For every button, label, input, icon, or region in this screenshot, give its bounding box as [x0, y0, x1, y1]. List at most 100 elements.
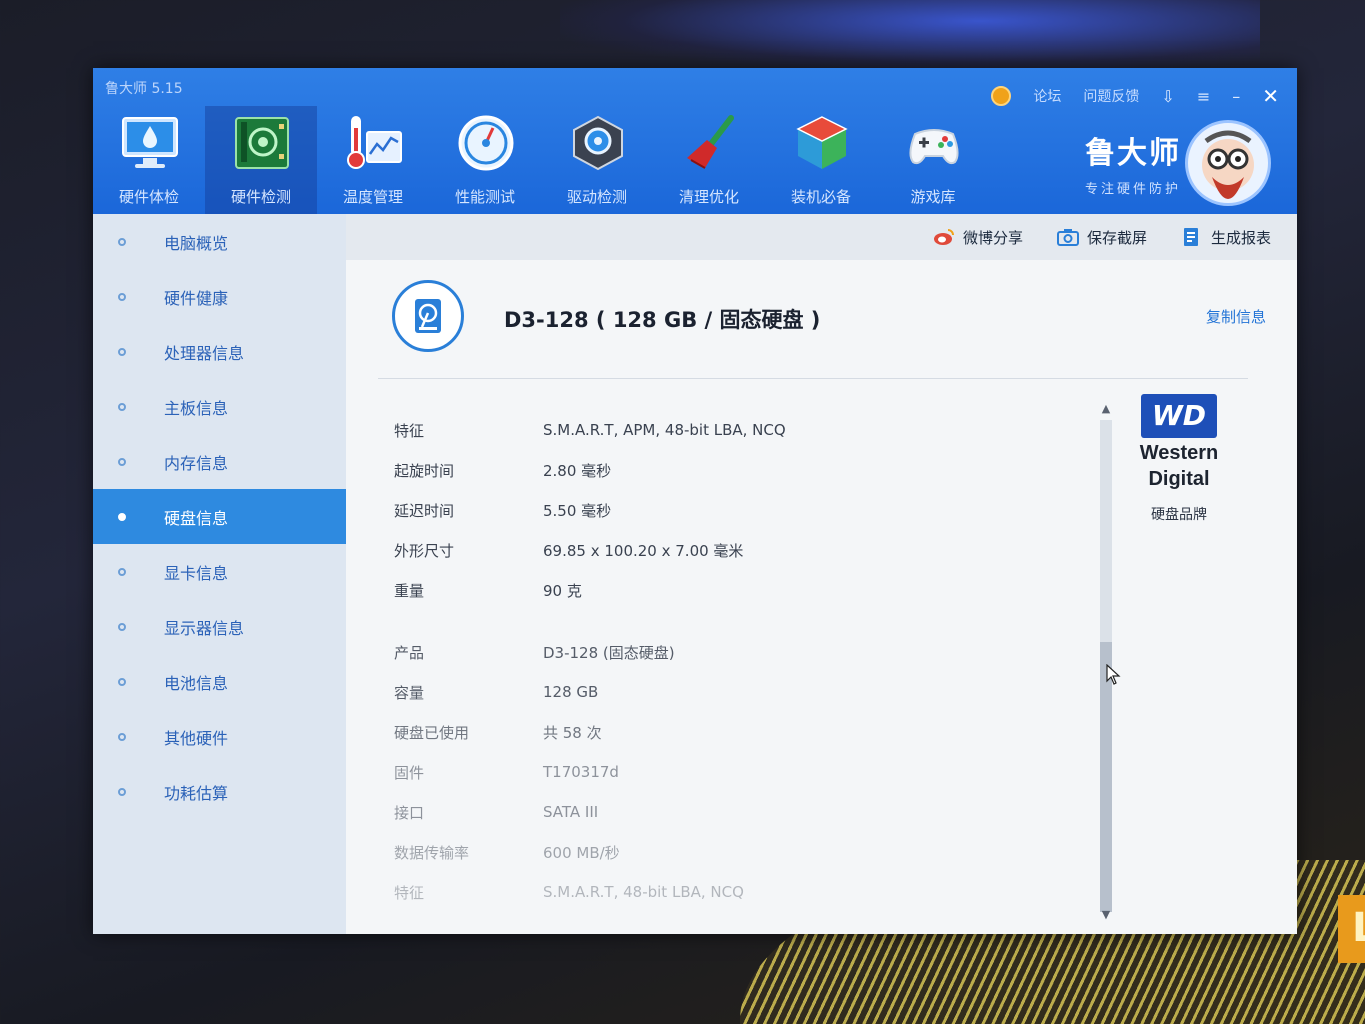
mascot-face-icon [1202, 130, 1254, 199]
report-icon [1183, 228, 1198, 246]
gear-chip-icon [573, 115, 623, 171]
property-row: 固件 T170317d [394, 752, 1074, 792]
sidebar-item-label: 显示器信息 [164, 618, 245, 638]
properties-scrollbar[interactable]: ▲ ▼ [1098, 402, 1114, 922]
speedometer-icon [458, 115, 514, 171]
sidebar: 电脑概览 硬件健康 处理器信息 主板信息 内存信息 硬盘信息 显卡信息 显示器信… [93, 214, 346, 934]
property-row: 特征 S.M.A.R.T, APM, 48-bit LBA, NCQ [394, 410, 1074, 450]
skin-icon[interactable]: ⇩ [1161, 87, 1174, 106]
bullet-icon [118, 512, 126, 521]
property-key: 硬盘已使用 [394, 723, 470, 742]
property-value: T170317d [543, 763, 619, 781]
scroll-down-icon[interactable]: ▼ [1098, 908, 1114, 922]
sidebar-item-label: 内存信息 [164, 453, 229, 473]
sidebar-item-other[interactable]: 其他硬件 [93, 709, 346, 764]
disk-title: D3-128 ( 128 GB / 固态硬盘 ) [504, 308, 821, 332]
medal-icon[interactable] [991, 86, 1012, 106]
property-row: 外形尺寸 69.85 x 100.20 x 7.00 毫米 [394, 530, 1074, 570]
desktop-background-glow [560, 0, 1260, 70]
sidebar-item-overview[interactable]: 电脑概览 [93, 214, 346, 269]
tool-label: 清理优化 [678, 188, 739, 206]
bullet-icon [118, 347, 126, 356]
wd-logo-line-2: Digital [1148, 468, 1210, 490]
scroll-track[interactable] [1100, 420, 1112, 912]
property-row: 容量 128 GB [394, 672, 1074, 712]
property-value: S.M.A.R.T, APM, 48-bit LBA, NCQ [543, 421, 786, 439]
disk-properties: 特征 S.M.A.R.T, APM, 48-bit LBA, NCQ 起旋时间 … [394, 410, 1074, 912]
property-row: 数据传输率 600 MB/秒 [394, 832, 1074, 872]
sidebar-item-display[interactable]: 显示器信息 [93, 599, 346, 654]
sidebar-item-graphics[interactable]: 显卡信息 [93, 544, 346, 599]
property-key: 数据传输率 [394, 843, 470, 862]
property-row: 特征 S.M.A.R.T, 48-bit LBA, NCQ [394, 872, 1074, 912]
property-value: 128 GB [543, 683, 599, 701]
bullet-icon [118, 457, 126, 466]
property-key: 产品 [394, 643, 425, 662]
property-key: 延迟时间 [394, 501, 455, 520]
forum-link[interactable]: 论坛 [1033, 86, 1061, 106]
tool-game-library[interactable]: 游戏库 [877, 106, 989, 214]
mascot-avatar[interactable] [1185, 120, 1271, 206]
property-row: 起旋时间 2.80 毫秒 [394, 450, 1074, 490]
sidebar-item-power[interactable]: 功耗估算 [93, 764, 346, 819]
bullet-icon [118, 732, 126, 741]
tool-hardware-checkup[interactable]: 硬件体检 [93, 106, 205, 214]
save-screenshot-button[interactable]: 保存截屏 [1056, 227, 1147, 248]
tool-label: 硬件检测 [230, 188, 291, 206]
close-button[interactable]: ✕ [1262, 84, 1279, 108]
tool-essentials[interactable]: 装机必备 [765, 106, 877, 214]
sidebar-item-disk[interactable]: 硬盘信息 [93, 489, 346, 544]
brand-slogan: 专注硬件防护 [1084, 182, 1181, 197]
feedback-link[interactable]: 问题反馈 [1083, 86, 1139, 106]
menu-icon[interactable]: ≡ [1197, 87, 1210, 106]
tool-hardware-detect[interactable]: 硬件检测 [205, 106, 317, 214]
weibo-share-button[interactable]: 微博分享 [933, 227, 1023, 248]
copy-info-link[interactable]: 复制信息 [1206, 306, 1266, 327]
desktop-app-tile: L [1338, 895, 1365, 963]
sidebar-item-health[interactable]: 硬件健康 [93, 269, 346, 324]
header-divider [378, 378, 1248, 379]
property-key: 特征 [394, 421, 425, 440]
scroll-up-icon[interactable]: ▲ [1098, 402, 1114, 416]
sidebar-item-label: 硬件健康 [164, 288, 229, 308]
minimize-button[interactable]: – [1232, 87, 1240, 106]
bullet-icon [118, 402, 126, 411]
mouse-cursor-icon [1106, 664, 1121, 685]
bullet-icon [118, 622, 126, 631]
tool-performance[interactable]: 性能测试 [429, 106, 541, 214]
bullet-icon [118, 787, 126, 796]
main-toolbar: 硬件体检 硬件检测 温度管理 性能测试 驱动检测 清理优化 装机必备 游戏库 [93, 106, 989, 214]
sidebar-item-label: 处理器信息 [164, 343, 245, 363]
property-value: SATA III [543, 803, 599, 821]
tool-driver[interactable]: 驱动检测 [541, 106, 653, 214]
tool-temperature[interactable]: 温度管理 [317, 106, 429, 214]
wd-logo: WD [1141, 394, 1217, 438]
tool-cleanup[interactable]: 清理优化 [653, 106, 765, 214]
generate-report-button[interactable]: 生成报表 [1181, 227, 1271, 248]
sidebar-item-label: 主板信息 [164, 398, 229, 418]
property-key: 重量 [394, 581, 425, 600]
hard-disk-icon [415, 299, 441, 333]
generate-report-label: 生成报表 [1210, 228, 1271, 247]
app-title: 鲁大师 5.15 [105, 81, 183, 97]
cube-icon [796, 116, 848, 169]
property-value: 69.85 x 100.20 x 7.00 毫米 [543, 541, 744, 560]
property-key: 容量 [394, 683, 425, 702]
sidebar-item-label: 硬盘信息 [164, 508, 229, 528]
sidebar-item-cpu[interactable]: 处理器信息 [93, 324, 346, 379]
property-row: 接口 SATA III [394, 792, 1074, 832]
sidebar-item-memory[interactable]: 内存信息 [93, 434, 346, 489]
disk-brand-panel: WD Western Digital 硬盘品牌 [1134, 394, 1224, 524]
tool-label: 驱动检测 [566, 188, 627, 206]
sidebar-item-label: 功耗估算 [164, 783, 229, 803]
weibo-share-label: 微博分享 [962, 228, 1023, 247]
disk-badge [392, 280, 464, 352]
app-window: 鲁大师 5.15 论坛 问题反馈 ⇩ ≡ – ✕ 硬件体检 硬件检测 温度管理 … [93, 68, 1297, 934]
sidebar-item-battery[interactable]: 电池信息 [93, 654, 346, 709]
broom-icon [687, 115, 734, 169]
bullet-icon [118, 677, 126, 686]
property-value: 2.80 毫秒 [543, 461, 612, 480]
action-bar: 微博分享 保存截屏 生成报表 [346, 214, 1297, 260]
sidebar-item-motherboard[interactable]: 主板信息 [93, 379, 346, 434]
property-key: 起旋时间 [394, 461, 455, 480]
